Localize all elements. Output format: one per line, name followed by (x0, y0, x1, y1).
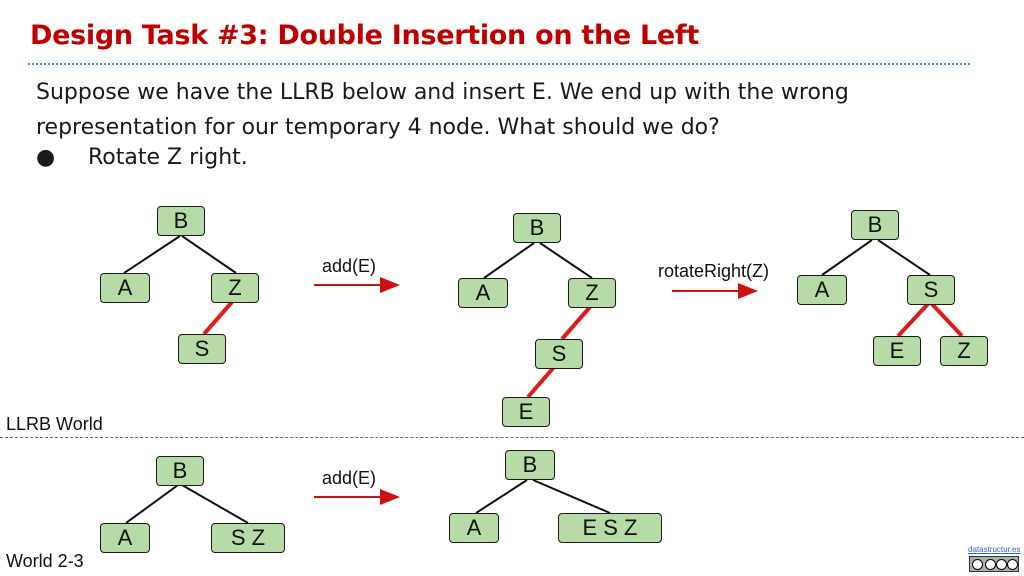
node-root: B (156, 456, 204, 486)
cc-by-nc-sa-icon (969, 556, 1019, 572)
edge-black (123, 235, 181, 274)
edge-black (539, 242, 593, 279)
edge-black (877, 239, 931, 276)
node-red-right: Z (940, 336, 988, 366)
node-red-child: S (535, 339, 583, 369)
edge-black (532, 479, 611, 514)
node-left: A (100, 523, 150, 553)
node-right: Z (211, 273, 259, 303)
op-label-rotate: rotateRight(Z) (658, 261, 770, 281)
node-right: S (907, 275, 955, 305)
edge-black (125, 484, 179, 524)
node-right: E S Z (558, 513, 662, 543)
section-divider (0, 437, 1024, 438)
node-right: Z (568, 278, 616, 308)
edge-red (560, 305, 592, 341)
edge-red (202, 300, 234, 336)
node-red-grandchild: E (502, 397, 550, 427)
node-root: B (851, 210, 899, 240)
node-left: A (797, 275, 847, 305)
tree-edges (123, 235, 964, 524)
world23-label: World 2-3 (6, 551, 84, 571)
edge-black (475, 479, 528, 514)
node-root: B (157, 206, 205, 236)
edge-black (821, 239, 873, 276)
node-left: A (458, 278, 508, 308)
edge-black (483, 242, 535, 279)
edge-red (896, 302, 930, 338)
edge-red (526, 365, 556, 399)
node-root: B (513, 213, 561, 243)
node-red-left: E (873, 336, 921, 366)
op-label-add: add(E) (322, 468, 377, 488)
edge-black (181, 235, 237, 274)
node-red-child: S (178, 334, 226, 364)
node-right: S Z (211, 523, 285, 553)
node-left: A (100, 273, 150, 303)
footer-brand-link[interactable]: datastructur.es (968, 545, 1020, 554)
edge-red (930, 302, 964, 338)
op-label-add: add(E) (322, 256, 377, 276)
node-root: B (505, 450, 555, 480)
llrb-world-label: LLRB World (6, 414, 103, 434)
node-left: A (449, 513, 499, 543)
edge-black (181, 484, 249, 524)
